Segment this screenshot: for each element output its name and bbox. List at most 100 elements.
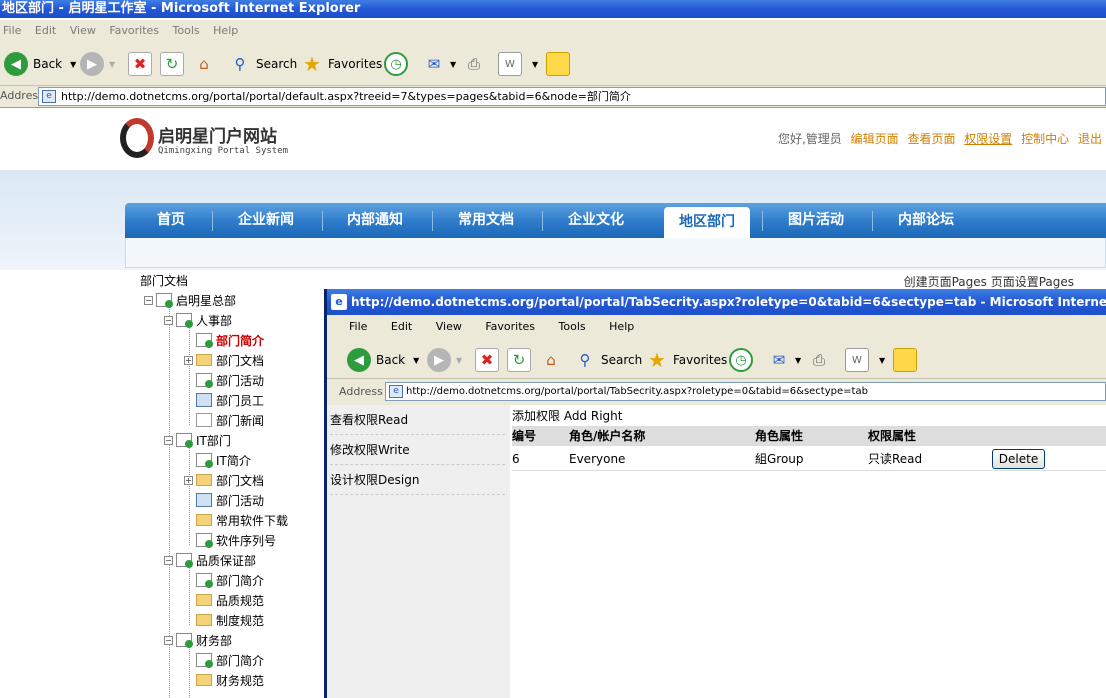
popup-menu-favorites[interactable]: Favorites: [485, 320, 535, 333]
link-permission-settings[interactable]: 权限设置: [964, 132, 1012, 146]
tree-node[interactable]: 品质规范: [196, 590, 264, 610]
popup-mail-button[interactable]: ✉ ▼: [767, 345, 801, 375]
popup-print-button[interactable]: ⎙: [807, 345, 835, 375]
popup-notes-button[interactable]: [893, 345, 921, 375]
tree-node[interactable]: 常用软件下载: [196, 510, 288, 530]
popup-back-button[interactable]: ◀ Back ▼: [347, 345, 419, 375]
link-view-page[interactable]: 查看页面: [907, 132, 955, 146]
tree-guide-line: [189, 645, 190, 698]
nav-culture[interactable]: 企业文化: [546, 203, 646, 238]
popup-stop-button[interactable]: ✖: [475, 345, 503, 375]
notes-button[interactable]: [546, 49, 574, 79]
popup-favorites-button[interactable]: ★ Favorites: [645, 345, 727, 375]
note-icon: [196, 413, 212, 427]
link-edit-page[interactable]: 编辑页面: [851, 132, 899, 146]
popup-menu-help[interactable]: Help: [609, 320, 634, 333]
mail-dropdown-icon[interactable]: ▼: [450, 60, 456, 69]
collapse-icon[interactable]: −: [164, 635, 173, 645]
link-logout[interactable]: 退出: [1078, 132, 1102, 146]
tree-node[interactable]: − 人事部: [164, 310, 232, 330]
popup-content: 查看权限Read 修改权限Write 设计权限Design 添加权限 Add R…: [327, 405, 1106, 698]
add-right-link[interactable]: 添加权限 Add Right: [512, 407, 622, 424]
tree-node[interactable]: 部门新闻: [196, 410, 264, 430]
nav-regions[interactable]: 地区部门: [664, 207, 750, 238]
tree-node[interactable]: IT简介: [196, 450, 251, 470]
popup-menu-view[interactable]: View: [436, 320, 462, 333]
tree-node[interactable]: + 部门文档: [184, 350, 264, 370]
menu-help[interactable]: Help: [213, 24, 238, 37]
popup-menu-file[interactable]: File: [349, 320, 367, 333]
popup-menu-tools[interactable]: Tools: [559, 320, 586, 333]
popup-home-button[interactable]: ⌂: [539, 345, 567, 375]
back-dropdown-icon[interactable]: ▼: [70, 60, 76, 69]
mail-dropdown-icon[interactable]: ▼: [795, 356, 801, 365]
stop-button[interactable]: ✖: [128, 49, 156, 79]
tree-node-label: 财务部: [196, 633, 233, 648]
favorites-button[interactable]: ★ Favorites: [300, 49, 382, 79]
tree-node[interactable]: − IT部门: [164, 430, 231, 450]
nav-home[interactable]: 首页: [121, 203, 221, 238]
folder-icon: [196, 514, 212, 526]
collapse-icon[interactable]: −: [164, 315, 173, 325]
menu-tools[interactable]: Tools: [173, 24, 200, 37]
tree-node[interactable]: 制度规范: [196, 610, 264, 630]
popup-menu-edit[interactable]: Edit: [391, 320, 412, 333]
tree-node[interactable]: 部门活动: [196, 370, 264, 390]
edit-button[interactable]: W ▼: [498, 49, 538, 79]
print-button[interactable]: ⎙: [462, 49, 490, 79]
permission-design-item[interactable]: 设计权限Design: [330, 465, 505, 495]
nav-notices[interactable]: 内部通知: [325, 203, 425, 238]
popup-edit-button[interactable]: W ▼: [845, 345, 885, 375]
collapse-icon[interactable]: −: [164, 555, 173, 565]
collapse-icon[interactable]: −: [144, 295, 153, 305]
expand-icon[interactable]: +: [184, 355, 193, 365]
popup-history-button[interactable]: ◷: [729, 345, 758, 375]
page-icon: [196, 453, 213, 468]
tree-node[interactable]: − 启明星总部: [144, 290, 236, 310]
address-bar: Address e http://demo.dotnetcms.org/port…: [0, 86, 1106, 108]
popup-forward-button[interactable]: ▶ ▼: [427, 345, 462, 375]
collapse-icon[interactable]: −: [164, 435, 173, 445]
refresh-button[interactable]: ↻: [160, 49, 188, 79]
back-dropdown-icon[interactable]: ▼: [413, 356, 419, 365]
page-icon: [176, 313, 193, 328]
site-logo[interactable]: 启明星门户网站 Qimingxing Portal System: [120, 118, 320, 162]
tree-node[interactable]: 财务规范: [196, 670, 264, 690]
tree-node[interactable]: 部门简介: [196, 650, 264, 670]
address-input[interactable]: e http://demo.dotnetcms.org/portal/porta…: [38, 87, 1106, 106]
menu-view[interactable]: View: [70, 24, 96, 37]
popup-search-button[interactable]: ⚲ Search: [573, 345, 643, 375]
edit-dropdown-icon[interactable]: ▼: [879, 356, 885, 365]
tree-node[interactable]: − 品质保证部: [164, 550, 256, 570]
tree-node[interactable]: − 财务部: [164, 630, 232, 650]
permission-write-item[interactable]: 修改权限Write: [330, 435, 505, 465]
menu-file[interactable]: File: [3, 24, 21, 37]
create-pages-links[interactable]: 创建页面Pages 页面设置Pages: [904, 273, 1074, 290]
menu-edit[interactable]: Edit: [35, 24, 56, 37]
nav-forum[interactable]: 内部论坛: [876, 203, 976, 238]
tree-node[interactable]: 部门简介: [196, 570, 264, 590]
delete-button[interactable]: Delete: [992, 449, 1045, 469]
history-button[interactable]: ◷: [384, 49, 413, 79]
back-button[interactable]: ◀ Back ▼: [4, 49, 76, 79]
permission-read-item[interactable]: 查看权限Read: [330, 405, 505, 435]
nav-news[interactable]: 企业新闻: [216, 203, 316, 238]
search-button[interactable]: ⚲ Search: [228, 49, 298, 79]
mail-button[interactable]: ✉ ▼: [422, 49, 456, 79]
popup-refresh-button[interactable]: ↻: [507, 345, 535, 375]
nav-documents[interactable]: 常用文档: [436, 203, 536, 238]
tree-node[interactable]: 软件序列号: [196, 530, 276, 550]
tree-node[interactable]: + 部门文档: [184, 470, 264, 490]
nav-photos[interactable]: 图片活动: [766, 203, 866, 238]
popup-address-input[interactable]: e http://demo.dotnetcms.org/portal/porta…: [385, 382, 1106, 401]
edit-dropdown-icon[interactable]: ▼: [532, 60, 538, 69]
expand-icon[interactable]: +: [184, 475, 193, 485]
tree-node[interactable]: 部门活动: [196, 490, 264, 510]
forward-button[interactable]: ▶ ▼: [80, 49, 115, 79]
link-control-center[interactable]: 控制中心: [1021, 132, 1069, 146]
history-icon: ◷: [384, 52, 408, 76]
home-button[interactable]: ⌂: [192, 49, 220, 79]
tree-node-selected[interactable]: 部门简介: [196, 330, 264, 350]
menu-favorites[interactable]: Favorites: [109, 24, 159, 37]
tree-node[interactable]: 部门员工: [196, 390, 264, 410]
